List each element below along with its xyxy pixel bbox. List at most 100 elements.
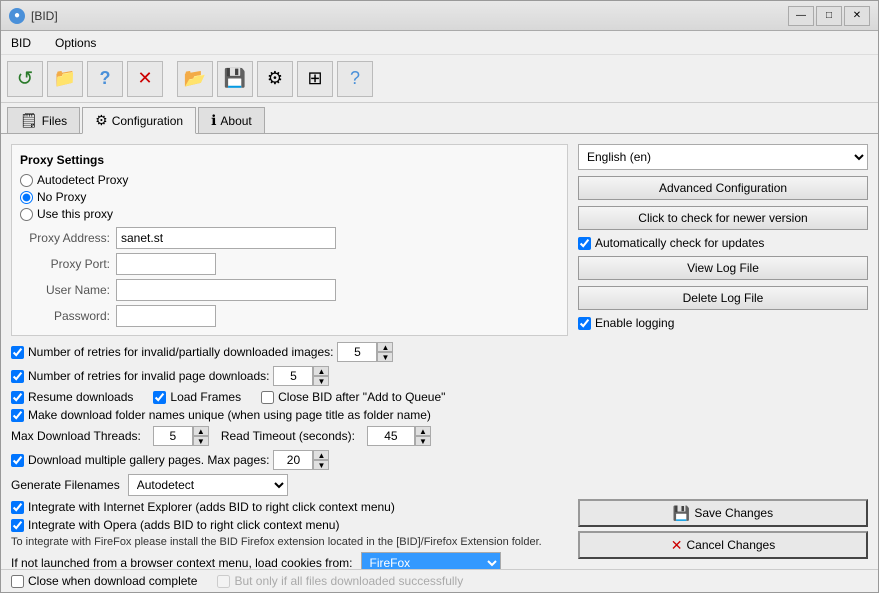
max-threads-label: Max Download Threads: xyxy=(11,429,141,443)
read-timeout-input[interactable] xyxy=(367,426,415,446)
tab-about-label: About xyxy=(220,114,251,128)
close-button[interactable]: ✕ xyxy=(844,6,870,26)
max-threads-up[interactable]: ▲ xyxy=(193,426,209,436)
stop-button[interactable]: ✕ xyxy=(127,61,163,97)
refresh-button[interactable]: ↺ xyxy=(7,61,43,97)
make-unique-option[interactable]: Make download folder names unique (when … xyxy=(11,408,568,422)
retries-pages-down[interactable]: ▼ xyxy=(313,376,329,386)
retries-images-checkbox[interactable] xyxy=(11,346,24,359)
proxy-none-radio[interactable] xyxy=(20,191,33,204)
ie-integration-option[interactable]: Integrate with Internet Explorer (adds B… xyxy=(11,500,568,514)
retries-pages-input[interactable] xyxy=(273,366,313,386)
tab-configuration-label: Configuration xyxy=(112,114,183,128)
enable-logging-checkbox[interactable] xyxy=(578,317,591,330)
cancel-changes-button[interactable]: ✕ Cancel Changes xyxy=(578,531,868,559)
retries-pages-spin-btns: ▲ ▼ xyxy=(313,366,329,386)
close-complete-checkbox[interactable] xyxy=(11,575,24,588)
proxy-radio-group: Autodetect Proxy No Proxy Use this proxy xyxy=(20,173,559,221)
files-icon: 🗒 xyxy=(20,112,38,129)
auto-check-checkbox[interactable] xyxy=(578,237,591,250)
read-timeout-up[interactable]: ▲ xyxy=(415,426,431,436)
spacer xyxy=(578,336,868,493)
generate-filenames-select[interactable]: Autodetect Sequential Original xyxy=(128,474,288,496)
retries-images-label: Number of retries for invalid/partially … xyxy=(28,345,333,359)
opera-integration-option[interactable]: Integrate with Opera (adds BID to right … xyxy=(11,518,568,532)
check-version-button[interactable]: Click to check for newer version xyxy=(578,206,868,230)
retries-images-down[interactable]: ▼ xyxy=(377,352,393,362)
options-grid: Number of retries for invalid/partially … xyxy=(11,342,568,569)
close-complete-option[interactable]: Close when download complete xyxy=(11,574,197,588)
but-only-checkbox[interactable] xyxy=(217,575,230,588)
resume-label: Resume downloads xyxy=(28,390,133,404)
make-unique-label: Make download folder names unique (when … xyxy=(28,408,431,422)
make-unique-checkbox[interactable] xyxy=(11,409,24,422)
enable-logging-label: Enable logging xyxy=(595,316,674,330)
view-log-button[interactable]: View Log File xyxy=(578,256,868,280)
help-button[interactable]: ? xyxy=(87,61,123,97)
multi-gallery-checkbox[interactable] xyxy=(11,454,24,467)
retries-images-input[interactable] xyxy=(337,342,377,362)
ie-integration-checkbox[interactable] xyxy=(11,501,24,514)
max-threads-input[interactable] xyxy=(153,426,193,446)
multi-gallery-down[interactable]: ▼ xyxy=(313,460,329,470)
menu-options[interactable]: Options xyxy=(49,34,102,52)
main-window: ● [BID] — □ ✕ BID Options ↺ 📁 ? ✕ 📂 💾 ⚙ … xyxy=(0,0,879,593)
firefox-info: To integrate with FireFox please install… xyxy=(11,536,568,548)
proxy-autodetect-radio[interactable] xyxy=(20,174,33,187)
minimize-button[interactable]: — xyxy=(788,6,814,26)
retries-images-row: Number of retries for invalid/partially … xyxy=(11,342,568,362)
advanced-config-button[interactable]: Advanced Configuration xyxy=(578,176,868,200)
save-toolbar-button[interactable]: 💾 xyxy=(217,61,253,97)
proxy-username-input[interactable] xyxy=(116,279,336,301)
close-bid-option[interactable]: Close BID after "Add to Queue" xyxy=(261,390,445,404)
folder-button[interactable]: 📁 xyxy=(47,61,83,97)
retries-pages-checkbox[interactable] xyxy=(11,370,24,383)
cookie-select[interactable]: FireFox Internet Explorer Opera None xyxy=(361,552,501,569)
save-changes-button[interactable]: 💾 Save Changes xyxy=(578,499,868,527)
load-frames-checkbox[interactable] xyxy=(153,391,166,404)
proxy-custom-radio[interactable] xyxy=(20,208,33,221)
retries-images-spin-btns: ▲ ▼ xyxy=(377,342,393,362)
language-select[interactable]: English (en) xyxy=(578,144,868,170)
max-threads-spin-btns: ▲ ▼ xyxy=(193,426,209,446)
but-only-option[interactable]: But only if all files downloaded success… xyxy=(217,574,463,588)
proxy-address-input[interactable] xyxy=(116,227,336,249)
settings-button[interactable]: ⚙ xyxy=(257,61,293,97)
resume-checkbox[interactable] xyxy=(11,391,24,404)
proxy-none-option[interactable]: No Proxy xyxy=(20,190,559,204)
enable-logging-option[interactable]: Enable logging xyxy=(578,316,868,330)
proxy-password-input[interactable] xyxy=(116,305,216,327)
proxy-custom-option[interactable]: Use this proxy xyxy=(20,207,559,221)
multi-gallery-spin-btns: ▲ ▼ xyxy=(313,450,329,470)
title-bar: ● [BID] — □ ✕ xyxy=(1,1,878,31)
max-threads-down[interactable]: ▼ xyxy=(193,436,209,446)
load-frames-option[interactable]: Load Frames xyxy=(153,390,241,404)
proxy-none-label: No Proxy xyxy=(37,190,86,204)
info-button[interactable]: ? xyxy=(337,61,373,97)
but-only-label: But only if all files downloaded success… xyxy=(234,574,463,588)
opera-integration-checkbox[interactable] xyxy=(11,519,24,532)
tab-about[interactable]: ℹ About xyxy=(198,107,265,133)
multi-gallery-spinbox: ▲ ▼ xyxy=(273,450,329,470)
retries-images-up[interactable]: ▲ xyxy=(377,342,393,352)
app-icon: ● xyxy=(9,8,25,24)
proxy-port-input[interactable] xyxy=(116,253,216,275)
multi-gallery-up[interactable]: ▲ xyxy=(313,450,329,460)
close-bid-checkbox[interactable] xyxy=(261,391,274,404)
retries-pages-up[interactable]: ▲ xyxy=(313,366,329,376)
proxy-autodetect-option[interactable]: Autodetect Proxy xyxy=(20,173,559,187)
auto-check-option[interactable]: Automatically check for updates xyxy=(578,236,868,250)
multi-gallery-input[interactable] xyxy=(273,450,313,470)
delete-log-button[interactable]: Delete Log File xyxy=(578,286,868,310)
grid-button[interactable]: ⊞ xyxy=(297,61,333,97)
main-content: Proxy Settings Autodetect Proxy No Proxy… xyxy=(1,134,878,569)
address-label: Proxy Address: xyxy=(20,231,110,245)
resume-option[interactable]: Resume downloads xyxy=(11,390,133,404)
tab-files[interactable]: 🗒 Files xyxy=(7,107,80,133)
password-label: Password: xyxy=(20,309,110,323)
open-button[interactable]: 📂 xyxy=(177,61,213,97)
tab-configuration[interactable]: ⚙ Configuration xyxy=(82,107,196,134)
menu-bid[interactable]: BID xyxy=(5,34,37,52)
read-timeout-down[interactable]: ▼ xyxy=(415,436,431,446)
maximize-button[interactable]: □ xyxy=(816,6,842,26)
